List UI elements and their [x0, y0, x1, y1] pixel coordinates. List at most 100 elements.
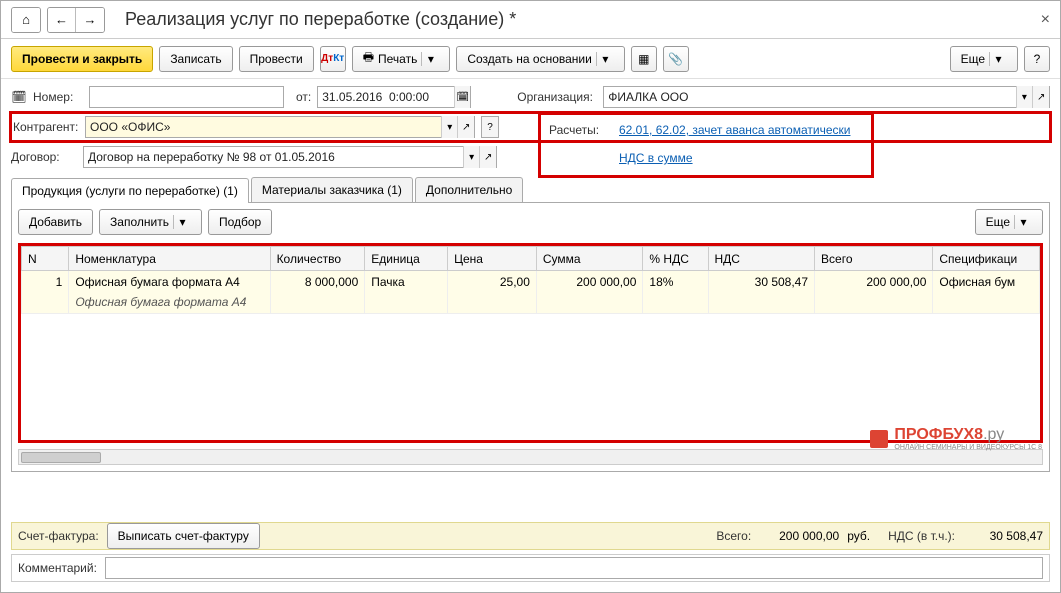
counterparty-label: Контрагент: — [13, 120, 79, 134]
vat-value: 30 508,47 — [963, 529, 1043, 543]
question-icon: ? — [487, 122, 493, 133]
col-total[interactable]: Всего — [815, 247, 933, 271]
cell-total[interactable]: 200 000,00 — [815, 271, 933, 314]
comment-field[interactable] — [105, 557, 1043, 579]
more-button[interactable]: Еще ▾ — [950, 46, 1018, 72]
counterparty-input[interactable] — [86, 117, 441, 137]
cell-spec[interactable]: Офисная бум — [933, 271, 1040, 314]
cell-vat[interactable]: 30 508,47 — [708, 271, 815, 314]
tab-materials[interactable]: Материалы заказчика (1) — [251, 177, 413, 202]
settlement-block: Расчеты: 62.01, 62.02, зачет аванса авто… — [541, 115, 871, 175]
dropdown-button[interactable]: ▾ — [1016, 86, 1033, 108]
chevron-down-icon: ▾ — [173, 215, 191, 229]
col-price[interactable]: Цена — [448, 247, 537, 271]
cell-sum[interactable]: 200 000,00 — [536, 271, 643, 314]
cell-vat-pct[interactable]: 18% — [643, 271, 708, 314]
cell-qty[interactable]: 8 000,000 — [270, 271, 365, 314]
open-button[interactable]: ↗ — [1032, 86, 1049, 108]
counterparty-field[interactable]: ▾ ↗ — [85, 116, 475, 138]
comment-row: Комментарий: — [11, 554, 1050, 582]
number-field[interactable] — [89, 86, 284, 108]
invoice-label: Счет-фактура: — [18, 529, 99, 543]
col-qty[interactable]: Количество — [270, 247, 365, 271]
post-button[interactable]: Провести — [239, 46, 314, 72]
comment-input[interactable] — [106, 558, 1042, 578]
dt-kt-button[interactable]: ДтКт — [320, 46, 346, 72]
open-button[interactable]: ↗ — [479, 146, 496, 168]
write-invoice-button[interactable]: Выписать счет-фактуру — [107, 523, 260, 549]
chevron-down-icon: ▾ — [1022, 92, 1027, 103]
cell-n[interactable]: 1 — [22, 271, 69, 314]
back-button[interactable]: ← — [48, 8, 76, 32]
cell-unit[interactable]: Пачка — [365, 271, 448, 314]
col-sum[interactable]: Сумма — [536, 247, 643, 271]
open-icon: ↗ — [484, 152, 492, 163]
org-input[interactable] — [604, 87, 1015, 107]
calc-link[interactable]: 62.01, 62.02, зачет аванса автоматически — [619, 123, 850, 137]
dropdown-button[interactable]: ▾ — [441, 116, 458, 138]
main-window: ⌂ ← → Реализация услуг по переработке (с… — [0, 0, 1061, 593]
date-label: от: — [296, 90, 311, 104]
dropdown-button[interactable]: ▾ — [463, 146, 480, 168]
post-and-close-button[interactable]: Провести и закрыть — [11, 46, 153, 72]
total-value: 200 000,00 — [759, 529, 839, 543]
scrollbar-thumb[interactable] — [21, 452, 101, 463]
arrow-left-icon: ← — [55, 12, 68, 27]
tab-toolbar: Добавить Заполнить ▾ Подбор Еще ▾ — [18, 209, 1043, 235]
comment-label: Комментарий: — [18, 561, 97, 575]
cell-nom[interactable]: Офисная бумага формата А4 Офисная бумага… — [69, 271, 270, 314]
col-vat-pct[interactable]: % НДС — [643, 247, 708, 271]
calendar-button[interactable]: 🗓 — [454, 86, 470, 108]
tab-products[interactable]: Продукция (услуги по переработке) (1) — [11, 178, 249, 203]
arrow-right-icon: → — [84, 12, 97, 27]
page-title: Реализация услуг по переработке (создани… — [125, 9, 516, 30]
attach-button[interactable]: 📎 — [663, 46, 689, 72]
home-group: ⌂ — [11, 7, 41, 33]
help-button[interactable]: ? — [1024, 46, 1050, 72]
print-button[interactable]: 🖶 Печать ▾ — [352, 46, 451, 72]
table-row[interactable]: 1 Офисная бумага формата А4 Офисная бума… — [22, 271, 1040, 314]
contract-field[interactable]: ▾ ↗ — [83, 146, 497, 168]
close-button[interactable]: × — [1041, 11, 1050, 29]
col-spec[interactable]: Спецификаци — [933, 247, 1040, 271]
logo-icon — [870, 430, 888, 448]
tabs: Продукция (услуги по переработке) (1) Ма… — [11, 177, 1050, 203]
contract-input[interactable] — [84, 147, 463, 167]
structure-button[interactable]: ▦ — [631, 46, 657, 72]
home-button[interactable]: ⌂ — [12, 8, 40, 32]
forward-button[interactable]: → — [76, 8, 104, 32]
number-label: Номер: — [33, 90, 83, 104]
products-table[interactable]: N Номенклатура Количество Единица Цена С… — [21, 246, 1040, 314]
col-n[interactable]: N — [22, 247, 69, 271]
calendar-icon: 🗓 — [11, 90, 27, 104]
invoice-row: Счет-фактура: Выписать счет-фактуру Всег… — [11, 522, 1050, 550]
structure-icon: ▦ — [638, 52, 649, 66]
col-unit[interactable]: Единица — [365, 247, 448, 271]
calc-label: Расчеты: — [549, 123, 609, 137]
form-header: 🗓 Номер: от: 🗓 Организация: ▾ ↗ Контраге… — [1, 79, 1060, 476]
cell-price[interactable]: 25,00 — [448, 271, 537, 314]
select-button[interactable]: Подбор — [208, 209, 272, 235]
col-nom[interactable]: Номенклатура — [69, 247, 270, 271]
date-input[interactable] — [318, 87, 454, 107]
save-button[interactable]: Записать — [159, 46, 232, 72]
open-button[interactable]: ↗ — [457, 116, 474, 138]
number-input[interactable] — [90, 87, 283, 107]
chevron-down-icon: ▾ — [469, 152, 474, 163]
grid-wrap: N Номенклатура Количество Единица Цена С… — [18, 243, 1043, 443]
org-field[interactable]: ▾ ↗ — [603, 86, 1050, 108]
fill-button[interactable]: Заполнить ▾ — [99, 209, 202, 235]
question-icon: ? — [1034, 52, 1041, 66]
counterparty-help[interactable]: ? — [481, 116, 499, 138]
vat-mode-link[interactable]: НДС в сумме — [619, 151, 693, 165]
tab-more-button[interactable]: Еще ▾ — [975, 209, 1043, 235]
horizontal-scrollbar[interactable] — [18, 449, 1043, 465]
create-based-button[interactable]: Создать на основании ▾ — [456, 46, 625, 72]
add-button[interactable]: Добавить — [18, 209, 93, 235]
total-label: Всего: — [716, 529, 751, 543]
chevron-down-icon: ▾ — [596, 52, 614, 66]
tab-additional[interactable]: Дополнительно — [415, 177, 523, 202]
col-vat[interactable]: НДС — [708, 247, 815, 271]
calendar-icon: 🗓 — [456, 92, 469, 103]
date-field[interactable]: 🗓 — [317, 86, 471, 108]
